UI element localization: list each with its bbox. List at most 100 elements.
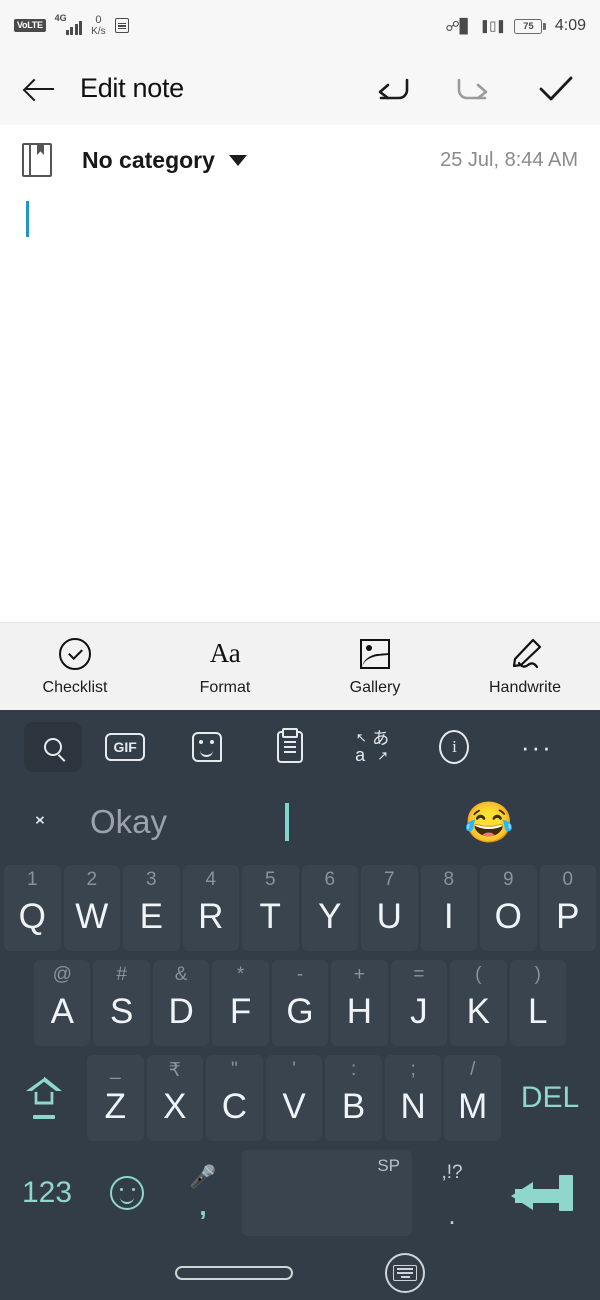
toolbar-label-checklist: Checklist [42,678,108,696]
key-main: K [466,991,490,1031]
sim-card-icon [114,18,129,34]
key-alt: # [116,963,127,985]
enter-return-icon[interactable] [492,1175,592,1211]
key-d[interactable]: & D [152,959,210,1046]
format-glyph: Aa [209,638,241,668]
keyboard-translate-button[interactable]: ↗ あ a ↗ [331,730,413,764]
key-main: I [443,896,454,936]
key-i[interactable]: 8I [420,864,477,951]
keyboard: GIF ↗ あ a ↗ i ··· ⌄ ⌃ Okay 😂 1 Q 2 W 3 E… [0,710,600,1245]
key-t[interactable]: 5T [242,864,299,951]
keyboard-more-button[interactable]: ··· [496,731,578,762]
key-u[interactable]: 7U [361,864,418,951]
key-main: L [528,991,548,1031]
key-b[interactable]: :B [325,1054,382,1141]
key-alt: + [353,963,365,985]
space-key[interactable]: SP [242,1150,412,1236]
status-bar: VoLTE 4G 0 K/s ☍▊ ❚▯❚ 75 4:09 [0,0,600,52]
hide-keyboard-icon[interactable] [385,1252,425,1293]
status-bar-left: VoLTE 4G 0 K/s [14,13,129,37]
delete-key[interactable]: DEL [504,1081,596,1115]
key-z[interactable]: _ Z [86,1054,144,1141]
key-s[interactable]: # S [93,959,150,1046]
key-k[interactable]: (K [450,959,507,1046]
key-alt: 8 [443,868,455,890]
key-y[interactable]: 6Y [301,864,358,951]
key-main: C [221,1086,248,1126]
keyboard-clipboard-button[interactable] [249,731,331,763]
key-main: D [168,991,194,1031]
key-alt: ₹ [168,1059,181,1081]
key-h[interactable]: + H [331,959,388,1046]
keyboard-info-button[interactable]: i [413,730,495,764]
translate-icon: ↗ あ a ↗ [354,730,390,764]
key-j[interactable]: = J [390,959,448,1046]
undo-icon[interactable] [370,67,414,111]
numbers-key[interactable]: 123 [8,1176,86,1210]
gallery-image-icon [360,637,390,671]
keyboard-row-4: 123 🎤 , SP ,!? . [2,1145,598,1241]
key-p[interactable]: 0P [539,864,596,951]
collapse-chevrons-icon[interactable]: ⌄ ⌃ [18,806,62,838]
undo-glyph [378,78,409,99]
key-a[interactable]: @ A [34,959,91,1046]
key-r[interactable]: 4R [182,864,239,951]
key-g[interactable]: -G [271,959,329,1046]
keyboard-row-3: _ Z ₹ X " C ' V :B ; N / M DEL [2,1050,598,1145]
key-q[interactable]: 1Q [4,864,61,951]
suggestion-emoji[interactable]: 😂 [464,799,514,846]
key-alt: ' [292,1058,296,1080]
suggestion-word[interactable]: Okay [90,803,167,841]
signal-strength-icon: 4G [55,13,83,35]
status-bar-clock: 4:09 [554,17,586,34]
punctuation-key[interactable]: ,!? . [416,1150,488,1236]
key-alt: 0 [562,868,574,890]
back-arrow-icon[interactable] [22,70,60,108]
battery-icon: 75 [514,18,546,34]
emoji-smiley-icon[interactable] [90,1176,164,1210]
keyboard-search-button[interactable] [22,722,84,772]
keyboard-gif-button[interactable]: GIF [84,733,166,761]
toolbar-item-checklist[interactable]: Checklist [0,637,150,697]
toolbar-item-format[interactable]: Aa Format [150,637,300,697]
key-c[interactable]: " C [206,1054,263,1141]
checkmark-icon[interactable] [534,67,578,111]
keyboard-sticker-button[interactable] [166,732,248,762]
key-w[interactable]: 2W [63,864,120,951]
key-alt: " [231,1058,238,1080]
key-o[interactable]: 9O [480,864,537,951]
toolbar-item-gallery[interactable]: Gallery [300,637,450,697]
chevron-down-part: ⌃ [32,817,48,838]
key-alt: 9 [502,868,514,890]
page-title: Edit note [80,73,184,103]
toolbar-item-handwrite[interactable]: Handwrite [450,637,600,697]
app-bar-actions [370,67,578,111]
key-x[interactable]: ₹ X [146,1054,204,1141]
key-e[interactable]: 3E [123,864,180,951]
microphone-key[interactable]: 🎤 , [168,1150,238,1236]
category-label[interactable]: No category [82,147,215,174]
category-row[interactable]: No category 25 Jul, 8:44 AM [0,125,600,187]
network-speed-indicator: 0 K/s [91,14,105,37]
key-main: H [346,991,373,1031]
more-options-icon: ··· [520,731,553,762]
home-pill-icon[interactable] [175,1265,293,1280]
key-l[interactable]: ) L [509,959,566,1046]
key-main: Y [318,896,342,936]
key-n[interactable]: ; N [384,1054,442,1141]
key-m[interactable]: / M [444,1054,502,1141]
key-f[interactable]: * F [212,959,269,1046]
translate-japanese: あ [372,729,390,748]
toolbar-label-format: Format [199,678,251,696]
chevron-down-icon[interactable] [228,154,247,166]
shift-caps-icon[interactable] [4,1077,84,1119]
note-body-editor[interactable] [0,187,600,622]
key-main: M [458,1086,488,1126]
key-main: J [410,991,428,1031]
key-main: V [282,1086,306,1126]
navigation-bar [0,1245,600,1300]
key-v[interactable]: ' V [265,1054,323,1141]
redo-icon[interactable] [452,67,496,111]
toolbar-label-gallery: Gallery [349,678,401,696]
key-alt: = [413,963,425,985]
